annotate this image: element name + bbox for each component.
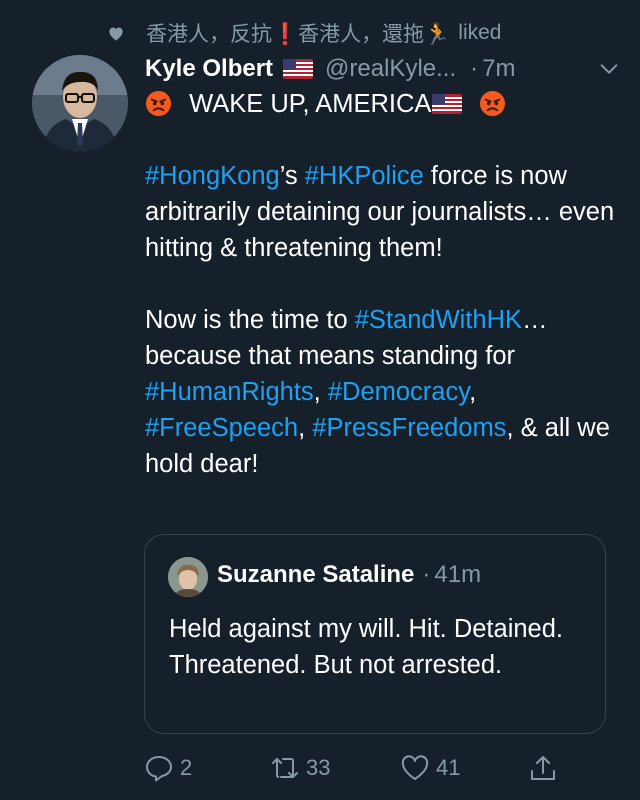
social-context[interactable]: 香港人，反抗❗香港人，還拖🏃 liked	[106, 18, 502, 48]
tweet-text-run: ’s	[279, 162, 305, 190]
angry-face-icon	[480, 90, 506, 117]
reply-count: 2	[180, 755, 193, 780]
quote-avatar-image	[168, 557, 208, 597]
author-handle[interactable]: @realKyle...	[325, 55, 456, 83]
tweet-actions: 2 33 41	[144, 748, 564, 788]
angry-face-icon	[145, 90, 172, 117]
retweet-button[interactable]: 33	[270, 748, 330, 788]
separator-dot: ·	[422, 561, 431, 588]
hashtag-link[interactable]: #Democracy	[328, 378, 469, 406]
quote-header: Suzanne Sataline · 41m	[217, 561, 481, 589]
heart-icon	[109, 27, 123, 41]
tweet-text-run: Now is the time to	[145, 306, 355, 334]
like-icon	[401, 755, 429, 780]
share-button[interactable]	[528, 748, 564, 788]
author-name[interactable]: Kyle Olbert	[145, 55, 273, 83]
share-icon	[531, 756, 555, 780]
tweet-header: Kyle Olbert @realKyle... · 7m	[145, 52, 620, 86]
tweet-text-run: ,	[469, 378, 477, 406]
quote-author-name[interactable]: Suzanne Sataline	[217, 561, 414, 589]
hashtag-link[interactable]: #HongKong	[145, 162, 280, 190]
hashtag-link[interactable]: #HKPolice	[305, 162, 424, 190]
avatar-image	[32, 55, 128, 151]
separator-dot: ·	[470, 55, 479, 82]
tweet-paragraph-3: Now is the time to #StandWithHK… because…	[145, 302, 615, 482]
tweet-text-run: ,	[298, 414, 313, 442]
quote-time[interactable]: 41m	[434, 561, 481, 589]
hashtag-link[interactable]: #HumanRights	[145, 378, 314, 406]
social-context-action: liked	[458, 21, 502, 44]
tweet-time[interactable]: 7m	[482, 55, 515, 83]
tweet-paragraph-2: #HongKong’s #HKPolice force is now arbit…	[145, 158, 615, 266]
quote-avatar[interactable]	[168, 557, 208, 597]
hashtag-link[interactable]: #StandWithHK	[355, 306, 522, 334]
us-flag-icon	[283, 59, 314, 79]
tweet-text-run: ,	[313, 378, 328, 406]
quoted-tweet[interactable]: Suzanne Sataline · 41m Held against my w…	[144, 534, 606, 734]
reply-button[interactable]: 2	[144, 748, 192, 788]
retweet-icon	[272, 758, 298, 778]
avatar[interactable]	[32, 55, 128, 151]
reply-icon	[146, 756, 172, 782]
hashtag-link[interactable]: #PressFreedoms	[312, 414, 506, 442]
us-flag-icon	[432, 94, 463, 114]
social-context-user[interactable]: 香港人，反抗❗香港人，還拖🏃	[146, 18, 450, 48]
like-count: 41	[436, 755, 461, 780]
quote-text: Held against my will. Hit. Detained. Thr…	[169, 615, 563, 679]
tweet-line-1: WAKE UP, AMERICA	[145, 86, 615, 122]
like-button[interactable]: 41	[400, 748, 460, 788]
tweet-headline: WAKE UP, AMERICA	[189, 90, 432, 118]
retweet-count: 33	[306, 755, 331, 780]
chevron-down-icon[interactable]	[598, 58, 620, 80]
hashtag-link[interactable]: #FreeSpeech	[145, 414, 298, 442]
tweet-text: WAKE UP, AMERICA #HongKong’s #HKPolice f…	[145, 86, 615, 482]
